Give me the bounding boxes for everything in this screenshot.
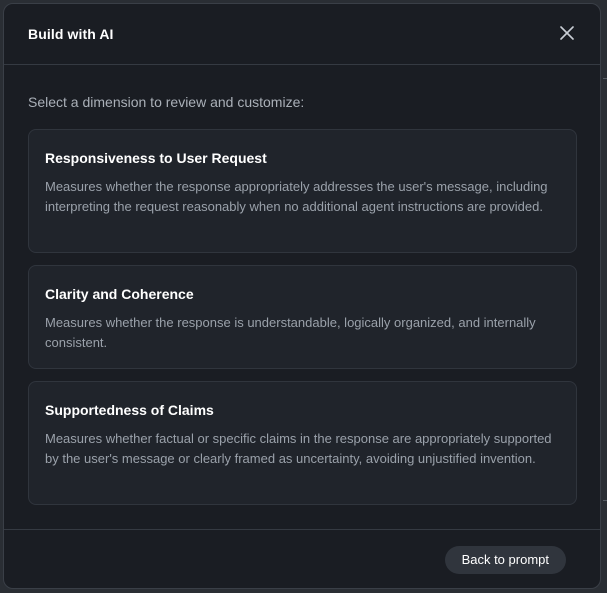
- dimension-description: Measures whether factual or specific cla…: [45, 431, 552, 466]
- dialog-title: Build with AI: [28, 26, 114, 42]
- dialog-header: Build with AI: [4, 4, 600, 65]
- close-button[interactable]: [556, 22, 578, 44]
- backdrop-divider: [603, 78, 607, 79]
- dimension-title: Supportedness of Claims: [45, 402, 214, 418]
- dimension-description: Measures whether the response appropriat…: [45, 179, 548, 214]
- dimension-title: Clarity and Coherence: [45, 286, 194, 302]
- dialog-footer: Back to prompt: [4, 529, 600, 588]
- dimension-card-clarity[interactable]: Clarity and Coherence Measures whether t…: [28, 265, 577, 369]
- instruction-text: Select a dimension to review and customi…: [28, 94, 305, 110]
- dimension-description: Measures whether the response is underst…: [45, 315, 536, 350]
- dimension-card-supportedness[interactable]: Supportedness of Claims Measures whether…: [28, 381, 577, 505]
- dimension-title: Responsiveness to User Request: [45, 150, 267, 166]
- dimension-card-responsiveness[interactable]: Responsiveness to User Request Measures …: [28, 129, 577, 253]
- build-with-ai-dialog: Build with AI Select a dimension to revi…: [3, 3, 601, 589]
- dialog-body: Select a dimension to review and customi…: [4, 65, 600, 529]
- close-icon: [560, 26, 574, 40]
- back-to-prompt-button[interactable]: Back to prompt: [444, 546, 566, 574]
- backdrop-divider: [603, 500, 607, 501]
